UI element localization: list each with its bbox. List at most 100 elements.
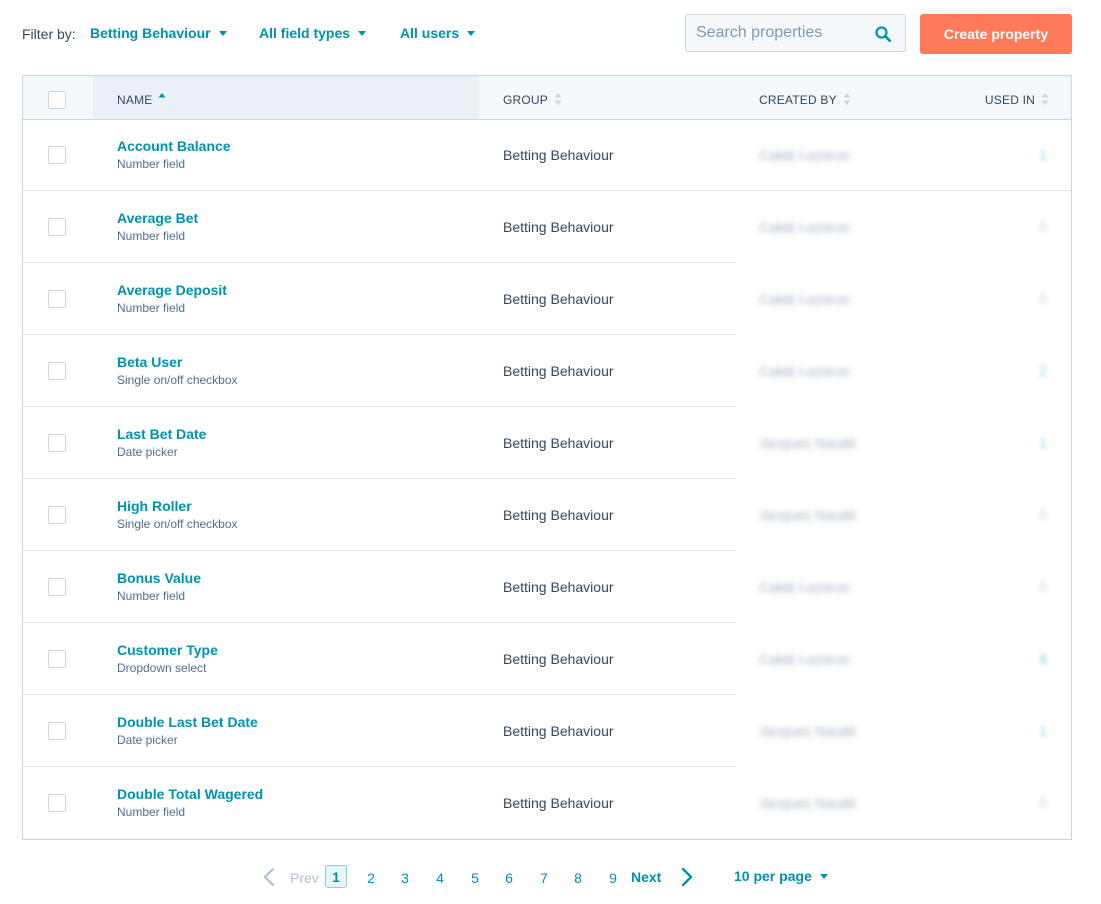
column-header-group-label: GROUP [503, 93, 549, 107]
field-type-label: Number field [117, 229, 186, 243]
next-page-button[interactable]: Next [631, 869, 661, 885]
used-in-count[interactable]: 6 [1039, 651, 1047, 667]
created-by-cell[interactable]: Jacques Naudé [759, 507, 856, 523]
page-button-7[interactable]: 7 [533, 870, 555, 886]
search-icon[interactable] [875, 26, 891, 42]
created-by-cell[interactable]: Caleb Lazarus [759, 219, 849, 235]
page-button-9[interactable]: 9 [602, 870, 624, 886]
table-row: Bonus Value Number field Betting Behavio… [23, 551, 1071, 623]
prev-page-button[interactable]: Prev [290, 870, 319, 886]
column-header-name-label: NAME [117, 93, 153, 107]
table-row: Customer Type Dropdown select Betting Be… [23, 623, 1071, 695]
page-button-4[interactable]: 4 [429, 870, 451, 886]
row-checkbox[interactable] [48, 362, 66, 380]
per-page-label: 10 per page [734, 868, 812, 884]
property-name-link[interactable]: Account Balance [117, 138, 231, 154]
row-checkbox[interactable] [48, 146, 66, 164]
used-in-count[interactable]: 1 [1039, 147, 1047, 163]
column-header-used-in[interactable]: USED IN [984, 92, 1049, 108]
caret-down-icon [819, 873, 828, 879]
created-by-cell[interactable]: Caleb Lazarus [759, 579, 849, 595]
table-row: Double Total Wagered Number field Bettin… [23, 767, 1071, 839]
column-header-created-by[interactable]: CREATED BY [759, 92, 851, 108]
created-by-cell[interactable]: Jacques Naudé [759, 723, 856, 739]
property-name-link[interactable]: Double Last Bet Date [117, 714, 258, 730]
group-cell: Betting Behaviour [503, 291, 614, 307]
created-by-cell[interactable]: Caleb Lazarus [759, 147, 849, 163]
table-row: Last Bet Date Date picker Betting Behavi… [23, 407, 1071, 479]
created-by-cell[interactable]: Jacques Naudé [759, 795, 856, 811]
page-button-3[interactable]: 3 [394, 870, 416, 886]
property-name-link[interactable]: High Roller [117, 498, 192, 514]
property-name-link[interactable]: Double Total Wagered [117, 786, 263, 802]
table-row: Beta User Single on/off checkbox Betting… [23, 335, 1071, 407]
property-name-link[interactable]: Last Bet Date [117, 426, 206, 442]
sort-icon [554, 92, 562, 105]
used-in-count[interactable]: 1 [1039, 723, 1047, 739]
per-page-dropdown[interactable]: 10 per page [734, 868, 828, 884]
page-button-6[interactable]: 6 [498, 870, 520, 886]
created-by-cell[interactable]: Caleb Lazarus [759, 363, 849, 379]
group-cell: Betting Behaviour [503, 651, 614, 667]
create-property-button[interactable]: Create property [920, 14, 1072, 54]
row-checkbox[interactable] [48, 290, 66, 308]
toolbar: Filter by: Betting Behaviour All field t… [22, 14, 1072, 54]
search-input[interactable] [696, 24, 866, 42]
row-checkbox[interactable] [48, 434, 66, 452]
group-filter-dropdown[interactable]: Betting Behaviour [90, 25, 227, 41]
group-cell: Betting Behaviour [503, 219, 614, 235]
column-header-name[interactable]: NAME [117, 92, 166, 108]
chevron-right-icon[interactable] [681, 867, 693, 887]
page-button-2[interactable]: 2 [360, 870, 382, 886]
row-checkbox[interactable] [48, 218, 66, 236]
sort-icon [1041, 92, 1049, 105]
property-name-link[interactable]: Bonus Value [117, 570, 201, 586]
field-type-label: Date picker [117, 733, 178, 747]
table-header: NAME GROUP CREATED BY USED IN [23, 76, 1071, 120]
table-row: Average Bet Number field Betting Behavio… [23, 191, 1071, 263]
field-type-label: Number field [117, 805, 186, 819]
property-name-link[interactable]: Beta User [117, 354, 182, 370]
field-type-label: Date picker [117, 445, 178, 459]
chevron-left-icon[interactable] [263, 867, 275, 887]
row-checkbox[interactable] [48, 650, 66, 668]
field-types-filter-label: All field types [259, 25, 351, 41]
group-cell: Betting Behaviour [503, 507, 614, 523]
properties-table: NAME GROUP CREATED BY USED IN Account Ba… [22, 75, 1072, 840]
column-header-used-in-label: USED IN [984, 93, 1035, 107]
page-button-5[interactable]: 5 [464, 870, 486, 886]
row-checkbox[interactable] [48, 506, 66, 524]
field-type-label: Number field [117, 157, 186, 171]
users-filter-dropdown[interactable]: All users [400, 25, 476, 41]
property-name-link[interactable]: Average Deposit [117, 282, 227, 298]
select-all-checkbox[interactable] [48, 91, 66, 109]
page-button-8[interactable]: 8 [567, 870, 589, 886]
column-header-group[interactable]: GROUP [503, 92, 562, 108]
used-in-count[interactable]: 0 [1039, 219, 1047, 235]
created-by-cell[interactable]: Jacques Naudé [759, 435, 856, 451]
sort-ascending-icon [158, 92, 166, 98]
used-in-count[interactable]: 1 [1039, 435, 1047, 451]
field-types-filter-dropdown[interactable]: All field types [259, 25, 367, 41]
sort-icon [843, 92, 851, 105]
used-in-count[interactable]: 0 [1039, 579, 1047, 595]
table-row: High Roller Single on/off checkbox Betti… [23, 479, 1071, 551]
used-in-count[interactable]: 0 [1039, 507, 1047, 523]
caret-down-icon [218, 30, 227, 36]
group-cell: Betting Behaviour [503, 435, 614, 451]
group-cell: Betting Behaviour [503, 363, 614, 379]
property-name-link[interactable]: Average Bet [117, 210, 198, 226]
field-type-label: Dropdown select [117, 661, 207, 675]
row-checkbox[interactable] [48, 794, 66, 812]
page-button-1[interactable]: 1 [325, 865, 347, 888]
row-checkbox[interactable] [48, 578, 66, 596]
used-in-count[interactable]: 2 [1039, 363, 1047, 379]
created-by-cell[interactable]: Caleb Lazarus [759, 291, 849, 307]
property-name-link[interactable]: Customer Type [117, 642, 218, 658]
field-type-label: Single on/off checkbox [117, 373, 238, 387]
group-cell: Betting Behaviour [503, 147, 614, 163]
used-in-count[interactable]: 0 [1039, 291, 1047, 307]
used-in-count[interactable]: 0 [1039, 795, 1047, 811]
row-checkbox[interactable] [48, 722, 66, 740]
created-by-cell[interactable]: Caleb Lazarus [759, 651, 849, 667]
